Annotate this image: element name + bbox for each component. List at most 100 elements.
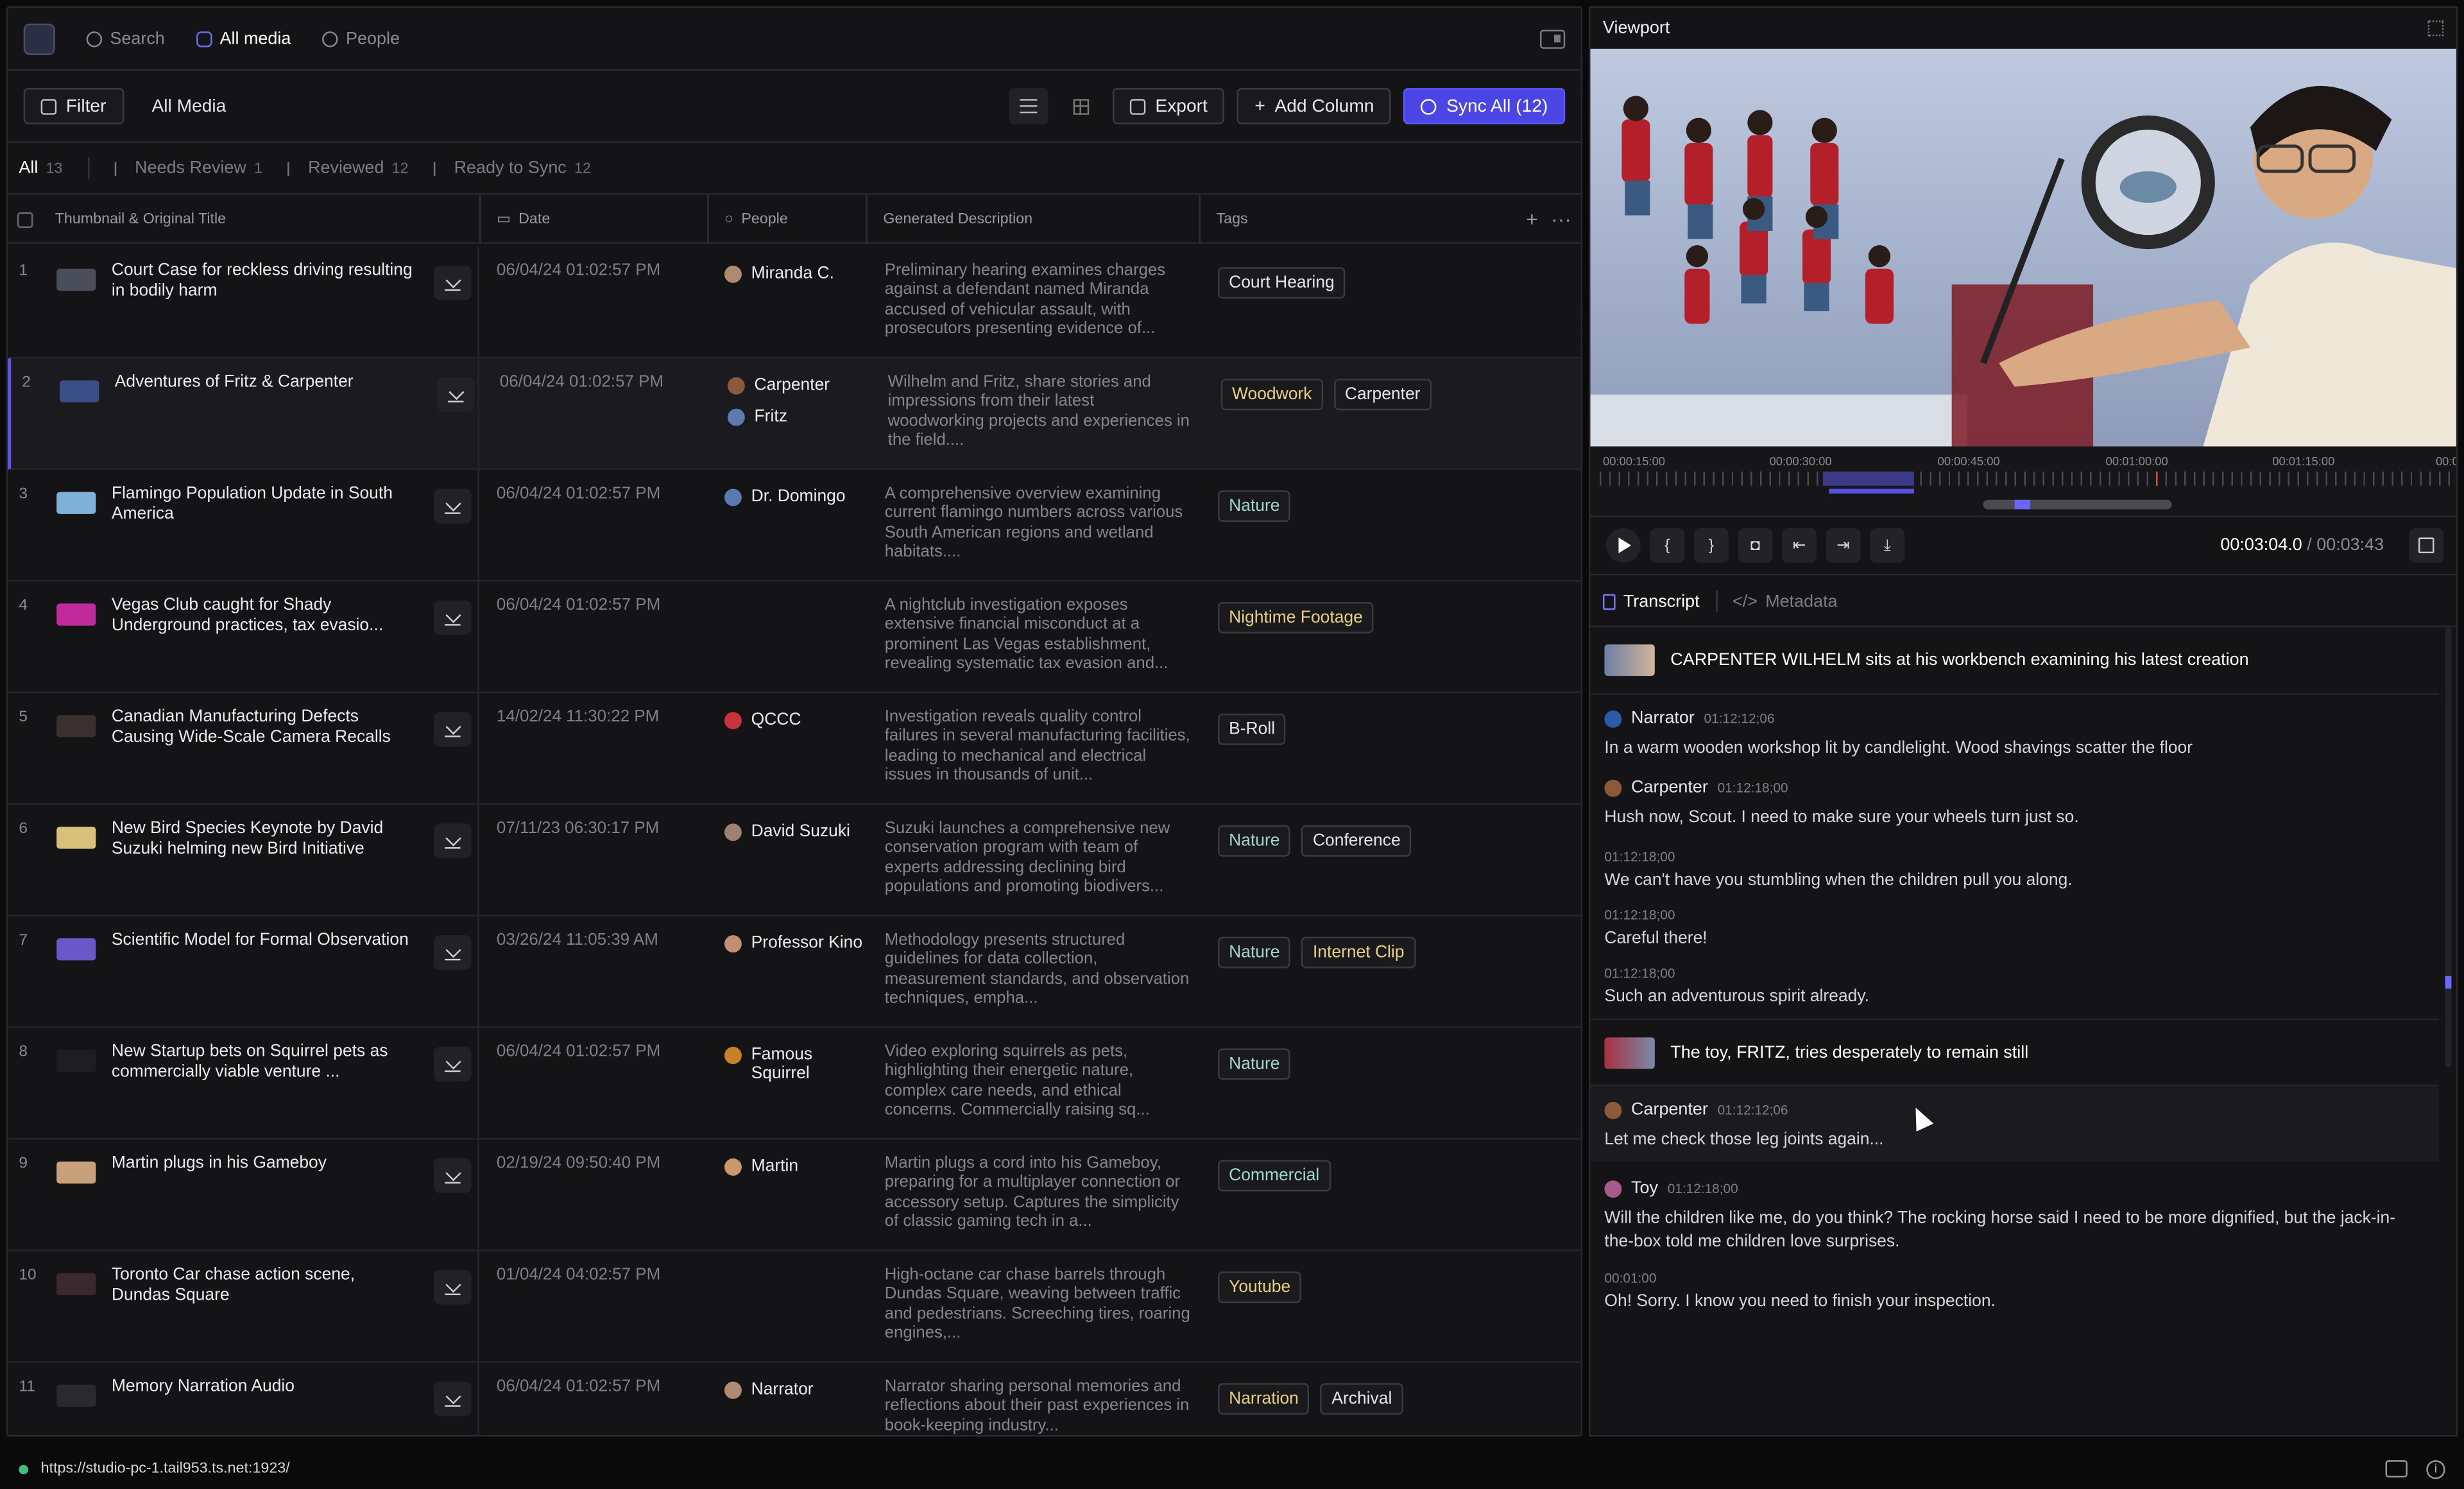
toggle-panel-icon[interactable]	[1540, 29, 1566, 48]
tag-chip[interactable]: Youtube	[1217, 1271, 1302, 1304]
transcript-scrollbar[interactable]	[2445, 627, 2452, 1067]
media-title[interactable]: Vegas Club caught for Shady Underground …	[112, 596, 418, 635]
tag-chip[interactable]: Conference	[1301, 825, 1412, 857]
download-icon[interactable]	[433, 712, 472, 747]
tab-transcript[interactable]: Transcript	[1602, 592, 1700, 610]
transcript-entry[interactable]: 01:12:18;00 We can't have you stumbling …	[1590, 848, 2438, 893]
nav-search[interactable]: Search	[86, 29, 165, 48]
person-chip[interactable]: Martin	[724, 1157, 798, 1176]
media-title[interactable]: Memory Narration Audio	[112, 1377, 418, 1397]
download-icon[interactable]	[433, 488, 472, 524]
playhead[interactable]	[2156, 471, 2158, 486]
media-title[interactable]: Scientific Model for Formal Observation	[112, 931, 418, 951]
transcript-entry[interactable]: Carpenter 01:12:18;00 Hush now, Scout. I …	[1590, 777, 2438, 830]
filter-needs-review[interactable]: Needs Review 1	[114, 159, 262, 178]
filter-reviewed[interactable]: Reviewed 12	[287, 159, 409, 178]
filter-ready-to-sync[interactable]: Ready to Sync 12	[433, 159, 591, 178]
table-row[interactable]: 10 Toronto Car chase action scene, Dundas…	[8, 1251, 1581, 1363]
download-icon[interactable]	[433, 265, 472, 300]
media-thumbnail[interactable]	[56, 715, 96, 737]
col-date[interactable]: ▭ Date	[479, 194, 550, 244]
tag-chip[interactable]: Narration	[1217, 1383, 1310, 1415]
media-title[interactable]: New Bird Species Keynote by David Suzuki…	[112, 819, 418, 858]
tag-chip[interactable]: Nature	[1217, 825, 1291, 857]
go-to-out-button[interactable]: ⇥	[1826, 528, 1861, 563]
media-thumbnail[interactable]	[56, 1273, 96, 1295]
media-thumbnail[interactable]	[60, 380, 99, 402]
export-button[interactable]: Export	[1113, 88, 1225, 125]
download-icon[interactable]	[433, 823, 472, 859]
tag-chip[interactable]: Internet Clip	[1301, 936, 1416, 968]
download-icon[interactable]	[436, 377, 475, 412]
timeline-range[interactable]	[1829, 488, 1914, 494]
transcript-entry[interactable]: 01:12:18;00 Careful there!	[1590, 907, 2438, 951]
media-thumbnail[interactable]	[56, 1049, 96, 1072]
filter-button[interactable]: Filter	[23, 88, 124, 125]
tag-chip[interactable]: Archival	[1321, 1383, 1403, 1415]
fullscreen-button[interactable]	[2409, 528, 2444, 563]
table-row[interactable]: 8 New Startup bets on Squirrel pets as co…	[8, 1028, 1581, 1140]
table-row[interactable]: 2 Adventures of Fritz & Carpenter 06/04/24…	[8, 358, 1581, 470]
scene-heading[interactable]: CARPENTER WILHELM sits at his workbench …	[1590, 627, 2439, 695]
media-thumbnail[interactable]	[56, 1384, 96, 1407]
tag-chip[interactable]: Commercial	[1217, 1160, 1331, 1192]
go-to-in-button[interactable]: ⇤	[1782, 528, 1817, 563]
tag-chip[interactable]: Nature	[1217, 936, 1291, 968]
media-thumbnail[interactable]	[56, 938, 96, 961]
person-chip[interactable]: Miranda C.	[724, 264, 834, 283]
person-chip[interactable]: Fritz	[727, 407, 830, 426]
table-row[interactable]: 9 Martin plugs in his Gameboy 02/19/24 09:…	[8, 1140, 1581, 1252]
media-title[interactable]: New Startup bets on Squirrel pets as com…	[112, 1042, 418, 1081]
person-chip[interactable]: David Suzuki	[724, 822, 850, 841]
col-tags[interactable]: Tags	[1199, 194, 1248, 244]
media-title[interactable]: Toronto Car chase action scene, Dundas S…	[112, 1265, 418, 1304]
grid-view-button[interactable]	[1061, 88, 1100, 124]
transcript-entry[interactable]: 00:01:00 Oh! Sorry. I know you need to f…	[1590, 1270, 2438, 1314]
person-chip[interactable]: Dr. Domingo	[724, 487, 846, 506]
nav-all-media[interactable]: All media	[196, 29, 291, 48]
media-thumbnail[interactable]	[56, 827, 96, 849]
select-all-checkbox[interactable]	[17, 195, 33, 244]
table-row[interactable]: 4 Vegas Club caught for Shady Underground…	[8, 581, 1581, 694]
more-options-icon[interactable]: ···	[1551, 195, 1571, 244]
media-title[interactable]: Court Case for reckless driving resultin…	[112, 261, 418, 300]
tag-chip[interactable]: B-Roll	[1217, 713, 1287, 745]
media-thumbnail[interactable]	[56, 492, 96, 514]
download-icon[interactable]	[433, 600, 472, 635]
media-thumbnail[interactable]	[56, 1161, 96, 1184]
tag-chip[interactable]: Nightime Footage	[1217, 601, 1374, 633]
table-row[interactable]: 5 Canadian Manufacturing Defects Causing …	[8, 693, 1581, 805]
person-chip[interactable]: QCCC	[724, 710, 801, 730]
app-logo[interactable]	[23, 22, 55, 55]
download-button[interactable]: ⤓	[1870, 528, 1905, 563]
filter-all[interactable]: All 13	[19, 159, 62, 177]
list-view-button[interactable]	[1009, 88, 1048, 125]
transcript-entry[interactable]: Narrator 01:12:12;06 In a warm wooden wor…	[1590, 707, 2438, 761]
media-title[interactable]: Martin plugs in his Gameboy	[112, 1154, 418, 1174]
transcript-entry[interactable]: 01:12:18;00 Such an adventurous spirit a…	[1590, 965, 2438, 1010]
info-icon[interactable]: i	[2426, 1459, 2445, 1479]
table-row[interactable]: 1 Court Case for reckless driving resulti…	[8, 246, 1581, 359]
download-icon[interactable]	[433, 935, 472, 970]
tab-metadata[interactable]: </> Metadata	[1733, 592, 1838, 610]
download-icon[interactable]	[433, 1270, 472, 1305]
add-column-button[interactable]: + Add Column	[1237, 88, 1392, 125]
person-chip[interactable]: Carpenter	[727, 375, 830, 395]
person-chip[interactable]: Professor Kino	[724, 934, 862, 953]
tag-chip[interactable]: Court Hearing	[1217, 267, 1346, 299]
download-icon[interactable]	[433, 1047, 472, 1081]
transcript-entry[interactable]: Carpenter 01:12:12;06 Let me check those …	[1590, 1086, 2439, 1162]
col-thumb-title[interactable]: Thumbnail & Original Title	[55, 195, 226, 244]
media-title[interactable]: Canadian Manufacturing Defects Causing W…	[112, 707, 418, 746]
video-frame[interactable]	[1590, 48, 2456, 447]
mark-out-button[interactable]: }	[1694, 528, 1729, 563]
panel-toggle-icon[interactable]	[2385, 1460, 2408, 1478]
person-chip[interactable]: Famous Squirrel	[724, 1046, 846, 1083]
layout-grid-icon[interactable]	[2427, 20, 2444, 37]
timeline-selection[interactable]	[1822, 471, 1914, 486]
media-thumbnail[interactable]	[56, 603, 96, 626]
mark-in-button[interactable]: {	[1650, 528, 1685, 563]
table-row[interactable]: 3 Flamingo Population Update in South Ame…	[8, 470, 1581, 582]
scene-heading[interactable]: The toy, FRITZ, tries desperately to rem…	[1590, 1018, 2439, 1087]
add-column-icon[interactable]: +	[1526, 195, 1538, 244]
